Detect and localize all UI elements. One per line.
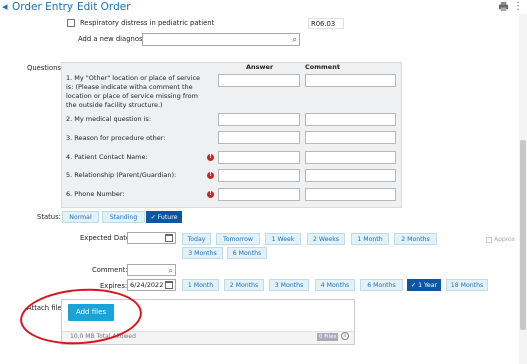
approx-label: Approx bbox=[494, 236, 516, 243]
question-1-answer[interactable] bbox=[218, 74, 300, 87]
add-diagnosis-input[interactable]: ⌕ bbox=[142, 33, 300, 46]
question-3-comment[interactable] bbox=[305, 131, 396, 144]
status-label: Status: bbox=[37, 213, 61, 221]
comment-label: Comment: bbox=[92, 266, 128, 274]
diagnosis-code: R06.03 bbox=[308, 18, 344, 29]
page-header: ◂ Order Entry › Edit Order ⋮ bbox=[0, 0, 527, 14]
breadcrumb-order-entry[interactable]: Order Entry bbox=[12, 0, 73, 14]
expected-1-month-button[interactable]: 1 Month bbox=[351, 233, 389, 245]
question-6: 6. Phone Number: bbox=[66, 190, 125, 198]
expected-tomorrow-button[interactable]: Tomorrow bbox=[216, 233, 260, 245]
expires-1-year-button[interactable]: ✓ 1 Year bbox=[407, 279, 441, 291]
diagnosis-checkbox[interactable] bbox=[67, 19, 75, 27]
status-standing-button[interactable]: Standing bbox=[102, 211, 145, 223]
expires-18-months-button[interactable]: 18 Months bbox=[446, 279, 488, 291]
status-future-button[interactable]: ✓ Future bbox=[146, 211, 182, 223]
expires-1-month-button[interactable]: 1 Month bbox=[182, 279, 219, 291]
more-icon[interactable]: ⋮ bbox=[513, 0, 523, 14]
status-normal-button[interactable]: Normal bbox=[62, 211, 99, 223]
expected-date-input[interactable] bbox=[127, 232, 176, 244]
answer-column-header: Answer bbox=[246, 63, 274, 71]
comment-input[interactable]: ⌕ bbox=[127, 264, 176, 276]
question-1-comment[interactable] bbox=[305, 74, 396, 87]
question-1: 1. My "Other" location or place of servi… bbox=[66, 74, 201, 109]
file-count-badge: 0 Files bbox=[317, 333, 339, 341]
expires-date-value: 6/24/2022 bbox=[130, 281, 164, 289]
question-4-answer[interactable] bbox=[218, 151, 300, 164]
expected-2-months-button[interactable]: 2 Months bbox=[394, 233, 437, 245]
question-5-comment[interactable] bbox=[305, 169, 396, 182]
required-alert-icon: ! bbox=[207, 154, 214, 161]
required-alert-icon: ! bbox=[207, 191, 214, 198]
expires-date-input[interactable]: 6/24/2022 bbox=[127, 279, 176, 291]
calendar-icon[interactable] bbox=[165, 281, 173, 289]
calendar-icon[interactable] bbox=[165, 234, 173, 242]
search-icon[interactable]: ⌕ bbox=[169, 265, 173, 276]
printer-icon[interactable] bbox=[498, 1, 509, 12]
expires-4-months-button[interactable]: 4 Months bbox=[315, 279, 355, 291]
expires-2-months-button[interactable]: 2 Months bbox=[224, 279, 264, 291]
expires-3-months-button[interactable]: 3 Months bbox=[269, 279, 309, 291]
add-diagnosis-label: Add a new diagnosis: bbox=[78, 35, 151, 43]
comment-column-header: Comment bbox=[305, 63, 340, 71]
breadcrumb-separator: › bbox=[69, 1, 74, 13]
question-3-answer[interactable] bbox=[218, 131, 300, 144]
back-arrow-icon[interactable]: ◂ bbox=[2, 0, 8, 14]
diagnosis-label: Respiratory distress in pediatric patien… bbox=[80, 19, 215, 27]
question-4-comment[interactable] bbox=[305, 151, 396, 164]
question-4: 4. Patient Contact Name: bbox=[66, 153, 148, 161]
scrollbar-thumb[interactable] bbox=[520, 140, 526, 330]
expected-today-button[interactable]: Today bbox=[182, 233, 211, 245]
question-5-answer[interactable] bbox=[218, 169, 300, 182]
approx-checkbox[interactable] bbox=[486, 237, 492, 243]
question-2-comment[interactable] bbox=[305, 113, 396, 126]
question-2: 2. My medical question is: bbox=[66, 115, 152, 123]
expires-6-months-button[interactable]: 6 Months bbox=[360, 279, 403, 291]
expected-3-months-button[interactable]: 3 Months bbox=[182, 247, 223, 259]
expected-date-label: Expected Date: bbox=[80, 234, 133, 242]
required-alert-icon: ! bbox=[207, 172, 214, 179]
page-title: Edit Order bbox=[77, 1, 131, 13]
question-2-answer[interactable] bbox=[218, 113, 300, 126]
expected-2-weeks-button[interactable]: 2 Weeks bbox=[307, 233, 345, 245]
expected-6-months-button[interactable]: 6 Months bbox=[227, 247, 267, 259]
info-icon[interactable]: i bbox=[341, 332, 349, 340]
question-6-comment[interactable] bbox=[305, 188, 396, 201]
question-5: 5. Relationship (Parent/Guardian): bbox=[66, 171, 177, 179]
questions-label: Questions: bbox=[27, 64, 64, 72]
question-3: 3. Reason for procedure other: bbox=[66, 134, 166, 142]
question-6-answer[interactable] bbox=[218, 188, 300, 201]
expected-1-week-button[interactable]: 1 Week bbox=[265, 233, 301, 245]
search-icon[interactable]: ⌕ bbox=[293, 35, 297, 45]
